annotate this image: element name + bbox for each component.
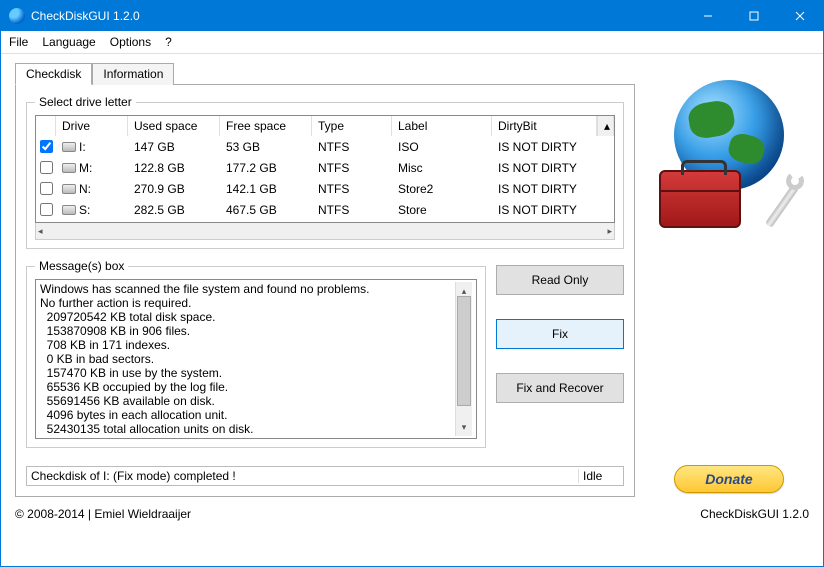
drive-used: 282.5 GB xyxy=(128,203,220,217)
drive-label: Store xyxy=(392,203,492,217)
drive-icon xyxy=(62,205,76,215)
close-button[interactable] xyxy=(777,1,823,31)
message-line: 55691456 KB available on disk. xyxy=(40,394,455,408)
titlebar: CheckDiskGUI 1.2.0 xyxy=(1,1,823,31)
status-bar: Checkdisk of I: (Fix mode) completed ! I… xyxy=(26,466,624,486)
messages-legend: Message(s) box xyxy=(35,259,128,273)
drive-row[interactable]: M: 122.8 GB177.2 GBNTFSMiscIS NOT DIRTY xyxy=(36,157,614,178)
drive-checkbox[interactable] xyxy=(40,161,53,174)
drive-type: NTFS xyxy=(312,140,392,154)
message-line: No further action is required. xyxy=(40,296,455,310)
drive-table-hscroll[interactable]: ◂ ▸ xyxy=(35,223,615,240)
drive-type: NTFS xyxy=(312,182,392,196)
message-line: 4096 bytes in each allocation unit. xyxy=(40,408,455,422)
action-buttons: Read Only Fix Fix and Recover xyxy=(496,259,624,458)
drive-table-header: Drive Used space Free space Type Label D… xyxy=(36,116,614,136)
drive-free: 53 GB xyxy=(220,140,312,154)
message-line: 52430135 total allocation units on disk. xyxy=(40,422,455,436)
window-title: CheckDiskGUI 1.2.0 xyxy=(31,9,685,23)
donate-button[interactable]: Donate xyxy=(674,465,784,493)
messages-vscroll[interactable]: ▴ ▾ xyxy=(455,282,472,436)
drive-label: ISO xyxy=(392,140,492,154)
col-used-space[interactable]: Used space xyxy=(128,116,220,136)
message-line: 0 KB in bad sectors. xyxy=(40,352,455,366)
drive-checkbox[interactable] xyxy=(40,182,53,195)
drive-used: 122.8 GB xyxy=(128,161,220,175)
message-line: Windows has scanned the file system and … xyxy=(40,282,455,296)
drive-dirtybit: IS NOT DIRTY xyxy=(492,203,597,217)
drive-icon xyxy=(62,184,76,194)
drive-letter: M: xyxy=(79,161,92,175)
drive-letter: I: xyxy=(79,140,86,154)
message-line: 153870908 KB in 906 files. xyxy=(40,324,455,338)
read-only-button[interactable]: Read Only xyxy=(496,265,624,295)
drive-row[interactable]: I: 147 GB53 GBNTFSISOIS NOT DIRTY xyxy=(36,136,614,157)
col-type[interactable]: Type xyxy=(312,116,392,136)
drive-checkbox[interactable] xyxy=(40,203,53,216)
drive-used: 147 GB xyxy=(128,140,220,154)
app-icon xyxy=(9,8,25,24)
footer-version: CheckDiskGUI 1.2.0 xyxy=(700,507,809,521)
drive-label: Misc xyxy=(392,161,492,175)
app-logo xyxy=(654,80,804,230)
maximize-button[interactable] xyxy=(731,1,777,31)
copyright-text: © 2008-2014 | Emiel Wieldraaijer xyxy=(15,507,700,521)
menu-file[interactable]: File xyxy=(9,35,28,49)
drive-free: 467.5 GB xyxy=(220,203,312,217)
scroll-right-icon[interactable]: ▸ xyxy=(607,226,612,237)
drive-row[interactable]: S: 282.5 GB467.5 GBNTFSStoreIS NOT DIRTY xyxy=(36,199,614,220)
message-line: 209720542 KB total disk space. xyxy=(40,310,455,324)
messages-group: Message(s) box Windows has scanned the f… xyxy=(26,259,486,448)
drive-type: NTFS xyxy=(312,161,392,175)
tab-information[interactable]: Information xyxy=(92,63,174,85)
scroll-thumb[interactable] xyxy=(457,296,471,406)
message-line: 708 KB in 171 indexes. xyxy=(40,338,455,352)
minimize-button[interactable] xyxy=(685,1,731,31)
drive-dirtybit: IS NOT DIRTY xyxy=(492,182,597,196)
col-drive[interactable]: Drive xyxy=(56,116,128,136)
fix-button[interactable]: Fix xyxy=(496,319,624,349)
wrench-icon xyxy=(752,176,810,234)
col-dirtybit[interactable]: DirtyBit xyxy=(492,116,597,136)
drive-select-legend: Select drive letter xyxy=(35,95,136,109)
scroll-left-icon[interactable]: ◂ xyxy=(38,226,43,237)
drive-label: Store2 xyxy=(392,182,492,196)
footer: © 2008-2014 | Emiel Wieldraaijer CheckDi… xyxy=(1,503,823,529)
status-idle: Idle xyxy=(579,469,619,483)
window-controls xyxy=(685,1,823,31)
tab-strip: Checkdisk Information xyxy=(15,62,635,84)
message-line: 65536 KB occupied by the log file. xyxy=(40,380,455,394)
col-label[interactable]: Label xyxy=(392,116,492,136)
drive-letter: S: xyxy=(79,203,90,217)
drive-icon xyxy=(62,142,76,152)
drive-used: 270.9 GB xyxy=(128,182,220,196)
drive-checkbox[interactable] xyxy=(40,140,53,153)
drive-dirtybit: IS NOT DIRTY xyxy=(492,140,597,154)
drive-dirtybit: IS NOT DIRTY xyxy=(492,161,597,175)
drive-free: 142.1 GB xyxy=(220,182,312,196)
menu-language[interactable]: Language xyxy=(42,35,95,49)
drive-free: 177.2 GB xyxy=(220,161,312,175)
fix-and-recover-button[interactable]: Fix and Recover xyxy=(496,373,624,403)
drive-table-vscroll-up[interactable]: ▴ xyxy=(597,116,614,136)
status-message: Checkdisk of I: (Fix mode) completed ! xyxy=(31,469,579,483)
drive-table: Drive Used space Free space Type Label D… xyxy=(35,115,615,223)
col-free-space[interactable]: Free space xyxy=(220,116,312,136)
menubar: File Language Options ? xyxy=(1,31,823,54)
drive-icon xyxy=(62,163,76,173)
menu-help[interactable]: ? xyxy=(165,35,172,49)
scroll-down-icon[interactable]: ▾ xyxy=(456,420,472,434)
toolbox-icon xyxy=(659,170,741,228)
drive-row[interactable]: N: 270.9 GB142.1 GBNTFSStore2IS NOT DIRTY xyxy=(36,178,614,199)
drive-type: NTFS xyxy=(312,203,392,217)
drive-letter: N: xyxy=(79,182,91,196)
menu-options[interactable]: Options xyxy=(110,35,151,49)
message-line: 13922864 allocation units available on d… xyxy=(40,436,455,439)
message-line: 157470 KB in use by the system. xyxy=(40,366,455,380)
drive-select-group: Select drive letter Drive Used space Fre… xyxy=(26,95,624,249)
tab-checkdisk[interactable]: Checkdisk xyxy=(15,63,92,85)
tab-panel-checkdisk: Select drive letter Drive Used space Fre… xyxy=(15,84,635,497)
messages-box[interactable]: Windows has scanned the file system and … xyxy=(35,279,477,439)
